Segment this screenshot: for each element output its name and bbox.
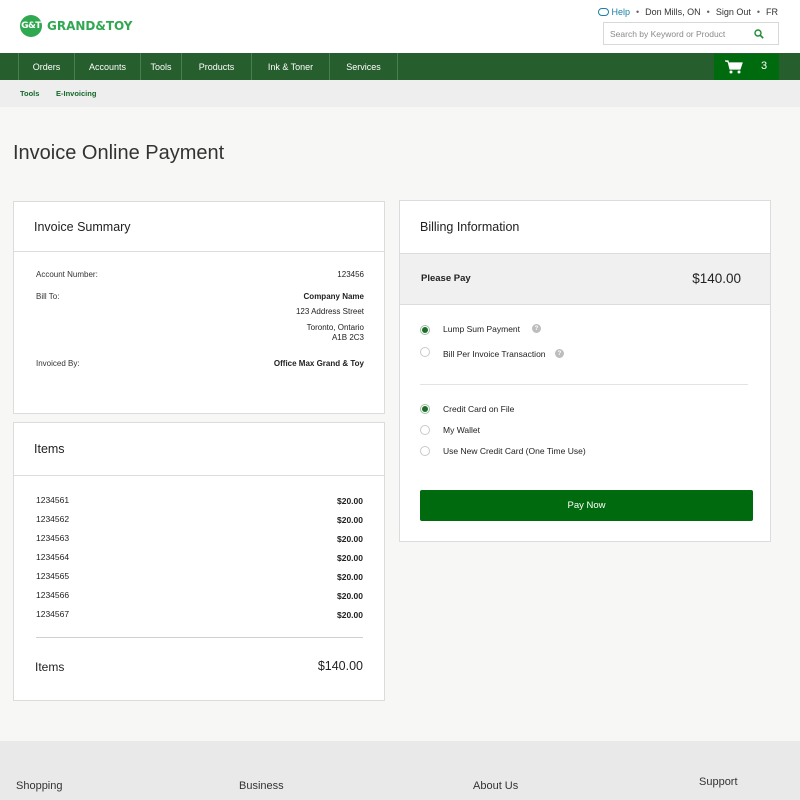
bill-per-invoice-radio[interactable]: [420, 347, 430, 357]
pay-now-button[interactable]: Pay Now: [420, 490, 753, 521]
divider: [14, 475, 384, 476]
account-number-label: Account Number:: [36, 270, 98, 279]
my-wallet-label[interactable]: My Wallet: [443, 425, 480, 435]
main-nav: Orders Accounts Tools Products Ink & Ton…: [0, 53, 800, 80]
subnav-tools[interactable]: Tools: [20, 89, 39, 98]
footer-heading-support: Support: [699, 776, 738, 788]
search-box: [603, 22, 779, 45]
invoiced-by-value: Office Max Grand & Toy: [273, 359, 364, 368]
item-id: 1234565: [36, 571, 70, 581]
cart-button[interactable]: 3: [714, 54, 779, 80]
shopping-cart-icon: [725, 60, 743, 74]
account-number-value: 123456: [337, 270, 364, 279]
footer-heading-shopping: Shopping: [16, 780, 63, 792]
city-province: Toronto, Ontario: [306, 323, 364, 332]
nav-orders[interactable]: Orders: [19, 53, 75, 80]
items-card: Items 1234561 $20.00 1234562 $20.00 1234…: [13, 422, 385, 701]
divider: [420, 384, 748, 385]
postal-code: A1B 2C3: [331, 333, 364, 342]
divider: [14, 251, 384, 252]
item-id: 1234562: [36, 514, 70, 524]
item-price: $20.00: [337, 515, 363, 525]
nav-services[interactable]: Services: [330, 53, 398, 80]
page-title: Invoice Online Payment: [13, 142, 225, 164]
item-price: $20.00: [337, 591, 363, 601]
company-name: Company Name: [303, 292, 364, 301]
divider: [36, 637, 363, 638]
new-credit-card-radio[interactable]: [420, 446, 430, 456]
invoiced-by-label: Invoiced By:: [36, 359, 80, 368]
please-pay-amount: $140.00: [692, 271, 741, 286]
separator-dot: •: [635, 7, 640, 17]
separator-dot: •: [706, 7, 710, 17]
credit-card-on-file-radio[interactable]: [420, 404, 430, 414]
help-link[interactable]: Help: [598, 7, 630, 17]
breadcrumb: Tools E-Invoicing: [0, 80, 800, 107]
item-price: $20.00: [337, 496, 363, 506]
item-id: 1234566: [36, 590, 70, 600]
nav-accounts[interactable]: Accounts: [75, 53, 141, 80]
subnav-e-invoicing[interactable]: E-Invoicing: [56, 89, 96, 98]
bill-per-invoice-label[interactable]: Bill Per Invoice Transaction: [443, 349, 546, 359]
search-icon[interactable]: [754, 29, 764, 39]
site-footer: Shopping Business About Us Support: [0, 741, 800, 800]
search-input[interactable]: [610, 27, 750, 41]
please-pay-label: Please Pay: [421, 273, 471, 284]
item-price: $20.00: [337, 534, 363, 544]
address-line: 123 Address Street: [295, 307, 364, 316]
nav-ink-toner[interactable]: Ink & Toner: [252, 53, 330, 80]
credit-card-on-file-label[interactable]: Credit Card on File: [443, 404, 514, 414]
language-toggle[interactable]: FR: [766, 7, 778, 17]
site-header: G&T GRAND&TOY Help • Don Mills, ON • Sig…: [0, 0, 800, 53]
invoice-summary-title: Invoice Summary: [34, 220, 131, 234]
chat-bubble-icon: [598, 8, 610, 16]
separator-dot: •: [756, 7, 760, 17]
nav-products[interactable]: Products: [182, 53, 252, 80]
lump-sum-label[interactable]: Lump Sum Payment: [443, 324, 520, 334]
billing-information-card: Billing Information Please Pay $140.00 L…: [399, 200, 771, 542]
item-price: $20.00: [337, 610, 363, 620]
items-total-label: Items: [35, 660, 65, 674]
items-title: Items: [34, 442, 65, 456]
bill-to-label: Bill To:: [36, 292, 60, 301]
my-wallet-radio[interactable]: [420, 425, 430, 435]
please-pay-band: Please Pay $140.00: [400, 253, 770, 305]
grand-toy-logo[interactable]: G&T GRAND&TOY: [20, 15, 133, 37]
footer-heading-business: Business: [239, 780, 284, 792]
help-question-icon[interactable]: ?: [555, 349, 564, 358]
billing-title: Billing Information: [420, 220, 520, 234]
logo-mark: G&T: [20, 15, 42, 37]
nav-tools[interactable]: Tools: [141, 53, 182, 80]
items-total-value: $140.00: [317, 659, 363, 673]
item-price: $20.00: [337, 572, 363, 582]
sign-out-link[interactable]: Sign Out: [716, 7, 751, 17]
invoice-summary-card: Invoice Summary Account Number: 123456 B…: [13, 201, 385, 414]
lump-sum-radio[interactable]: [420, 325, 430, 335]
help-question-icon[interactable]: ?: [532, 324, 541, 333]
item-price: $20.00: [337, 553, 363, 563]
footer-heading-about-us: About Us: [473, 780, 519, 792]
help-label: Help: [611, 7, 630, 17]
logo-text: GRAND&TOY: [47, 19, 133, 33]
item-id: 1234567: [36, 609, 70, 619]
utility-links: Help • Don Mills, ON • Sign Out • FR: [598, 7, 778, 17]
cart-count: 3: [761, 60, 768, 72]
item-id: 1234564: [36, 552, 70, 562]
new-credit-card-label[interactable]: Use New Credit Card (One Time Use): [443, 446, 586, 456]
item-id: 1234563: [36, 533, 70, 543]
item-id: 1234561: [36, 495, 70, 505]
location-link[interactable]: Don Mills, ON: [645, 7, 701, 17]
